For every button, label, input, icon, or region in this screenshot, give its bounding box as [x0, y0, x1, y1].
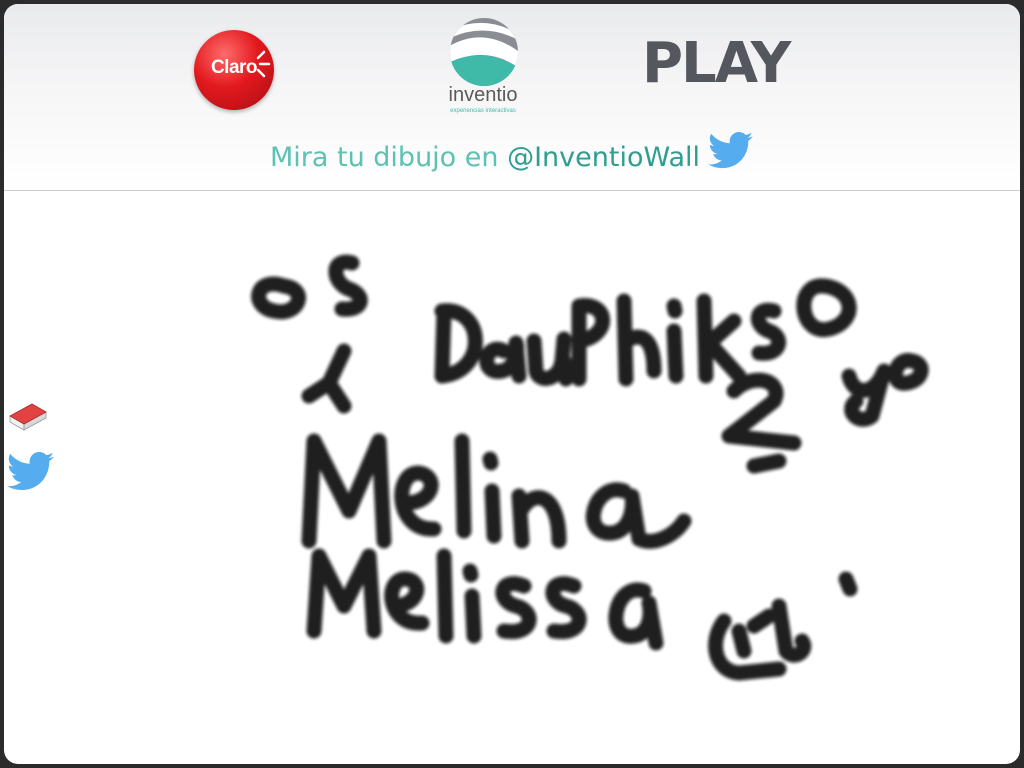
header: Claro inventio experiencias interactivas [4, 4, 1020, 191]
claro-rays-icon [256, 50, 271, 78]
tagline-lead: Mira tu dibujo en [269, 142, 508, 173]
eraser-button[interactable] [6, 398, 50, 436]
twitter-handle: @InventioWall [507, 142, 700, 173]
drawing-strokes [251, 254, 929, 681]
eraser-icon [9, 403, 47, 431]
drawing-canvas[interactable] [4, 191, 1020, 764]
play-logo: PLAY [642, 31, 791, 96]
tweet-drawing-button[interactable] [6, 452, 56, 496]
claro-logo: Claro [194, 30, 274, 110]
twitter-bird-icon [7, 452, 55, 490]
inventio-logo-tagline: experiencias interactivas [450, 108, 516, 114]
twitter-bird-icon [708, 132, 753, 169]
app-frame: Claro inventio experiencias interactivas [4, 4, 1020, 764]
inventio-logo-name: inventio [448, 84, 518, 106]
inventio-logo: inventio experiencias interactivas [436, 14, 532, 118]
inventio-globe-icon [450, 18, 518, 86]
header-tagline: Mira tu dibujo en @InventioWall [4, 132, 1020, 178]
